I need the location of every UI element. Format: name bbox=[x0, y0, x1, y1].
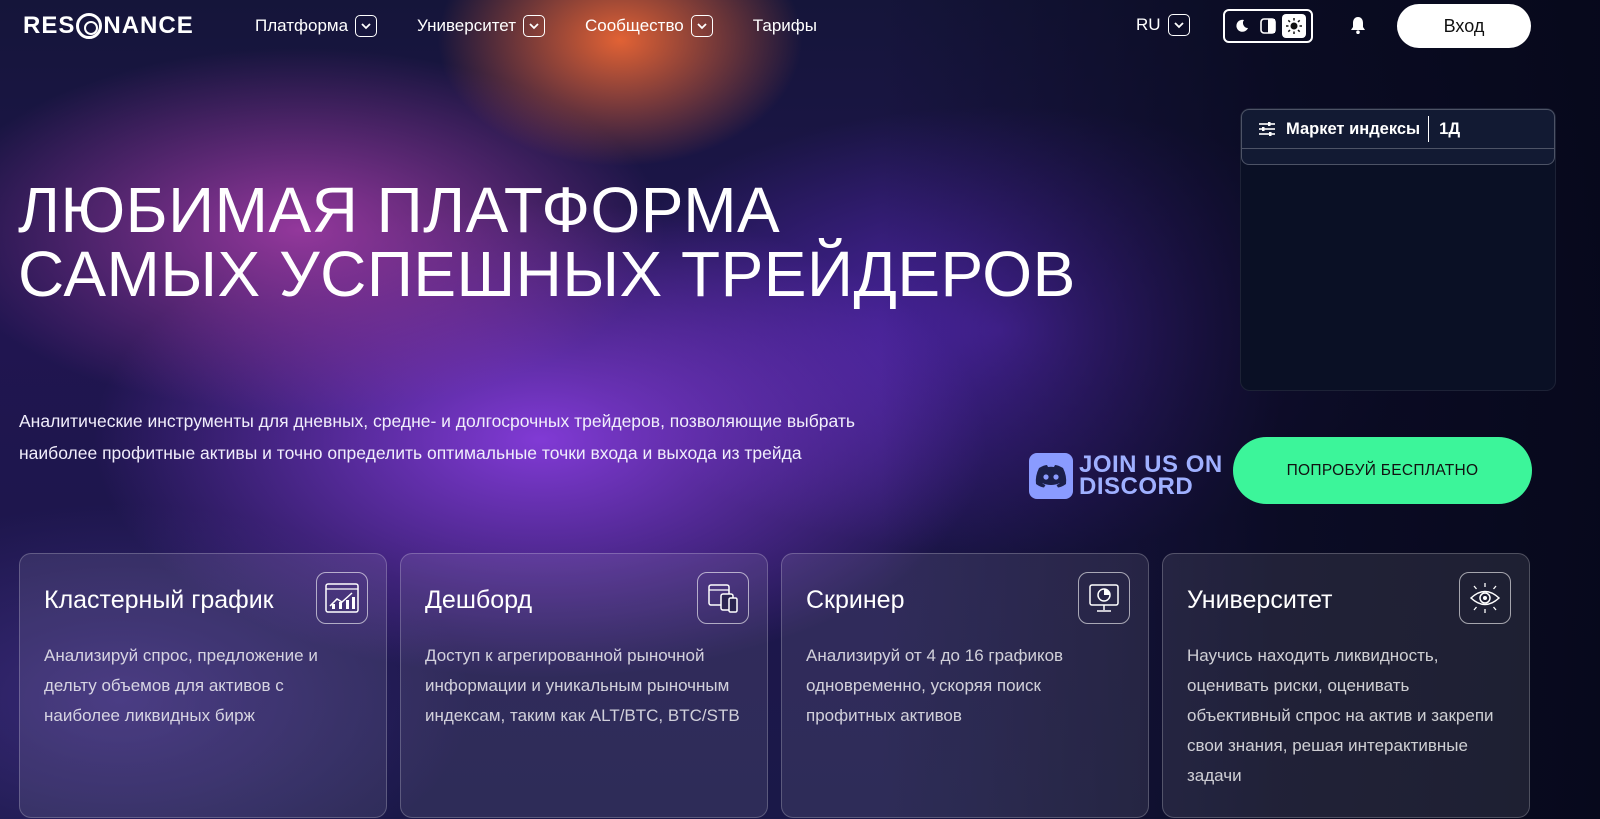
logo-text-left: RES bbox=[23, 12, 76, 39]
try-free-button[interactable]: ПОПРОБУЙ БЕСПЛАТНО bbox=[1233, 437, 1532, 504]
card-text: Научись находить ликвидность, оценивать … bbox=[1187, 646, 1494, 785]
chevron-down-icon[interactable] bbox=[690, 15, 713, 37]
widget-title: Маркет индексы bbox=[1286, 119, 1421, 138]
feature-card-university[interactable]: Университет Научись находить ликвидность… bbox=[1162, 553, 1530, 818]
dashboard-icon bbox=[697, 572, 749, 624]
nav-item-community[interactable]: Сообщество bbox=[585, 14, 713, 38]
bell-icon[interactable] bbox=[1348, 15, 1368, 35]
logo[interactable]: RES NANCE bbox=[23, 12, 194, 40]
top-navbar: RES NANCE Платформа Университет Сообщест… bbox=[0, 0, 1600, 52]
sun-icon[interactable] bbox=[1282, 14, 1306, 38]
card-text: Анализируй от 4 до 16 графиков одновреме… bbox=[806, 646, 1064, 725]
logo-ring-icon bbox=[76, 13, 103, 39]
filter-sliders-icon[interactable] bbox=[1258, 120, 1276, 138]
discord-text: JOIN US ON DISCORD bbox=[1079, 453, 1223, 500]
feature-card-dashboard[interactable]: Дешборд Доступ к агрегированной рыночной… bbox=[400, 553, 768, 818]
chevron-down-icon[interactable] bbox=[355, 15, 378, 37]
hero-title: Любимая платформа самых успешных трейдер… bbox=[18, 178, 1076, 306]
nav-item-platform[interactable]: Платформа bbox=[255, 14, 378, 38]
feature-cards: Кластерный график Анализируй спрос, пред… bbox=[19, 553, 1530, 818]
widget-subbar bbox=[1241, 149, 1555, 165]
hero-title-line2: самых успешных трейдеров bbox=[18, 238, 1076, 310]
nav-item-label: Сообщество bbox=[584, 16, 684, 35]
hero-title-line1: Любимая платформа bbox=[18, 174, 781, 246]
feature-card-screener[interactable]: Скринер Анализируй от 4 до 16 графиков о… bbox=[781, 553, 1149, 818]
language-selector[interactable]: RU bbox=[1136, 14, 1190, 36]
discord-icon bbox=[1029, 453, 1073, 499]
nav-item-label: Платформа bbox=[255, 16, 349, 35]
card-title: Университет bbox=[1187, 586, 1333, 614]
nav-item-label: Университет bbox=[417, 16, 516, 35]
theme-switcher bbox=[1223, 9, 1313, 43]
chevron-down-icon bbox=[1167, 14, 1190, 36]
discord-join-link[interactable]: JOIN US ON DISCORD bbox=[1029, 450, 1223, 502]
card-title: Скринер bbox=[806, 586, 905, 614]
university-icon bbox=[1459, 572, 1511, 624]
widget-header: Маркет индексы 1Д bbox=[1241, 109, 1555, 149]
moon-icon[interactable] bbox=[1230, 14, 1254, 38]
card-text: Анализируй спрос, предложение и дельту о… bbox=[44, 646, 318, 725]
logo-text-right: NANCE bbox=[103, 12, 194, 39]
feature-card-cluster-chart[interactable]: Кластерный график Анализируй спрос, пред… bbox=[19, 553, 387, 818]
discord-line2: DISCORD bbox=[1079, 473, 1194, 500]
card-title: Дешборд bbox=[425, 586, 533, 614]
screener-icon bbox=[1078, 572, 1130, 624]
chart-icon bbox=[316, 572, 368, 624]
contrast-icon[interactable] bbox=[1256, 14, 1280, 38]
main-nav: Платформа Университет Сообщество Тарифы bbox=[255, 14, 857, 38]
card-text: Доступ к агрегированной рыночной информа… bbox=[425, 646, 740, 725]
nav-item-pricing[interactable]: Тарифы bbox=[753, 14, 817, 38]
card-title: Кластерный график bbox=[44, 586, 274, 614]
nav-item-label: Тарифы bbox=[752, 16, 817, 35]
widget-period[interactable]: 1Д bbox=[1439, 120, 1460, 139]
divider bbox=[1428, 116, 1430, 142]
nav-item-university[interactable]: Университет bbox=[417, 14, 545, 38]
market-index-widget: Маркет индексы 1Д bbox=[1240, 108, 1556, 391]
login-button[interactable]: Вход bbox=[1397, 4, 1531, 48]
hero-subtitle: Аналитические инструменты для дневных, с… bbox=[19, 411, 855, 463]
chevron-down-icon[interactable] bbox=[522, 15, 545, 37]
language-label: RU bbox=[1136, 15, 1161, 34]
